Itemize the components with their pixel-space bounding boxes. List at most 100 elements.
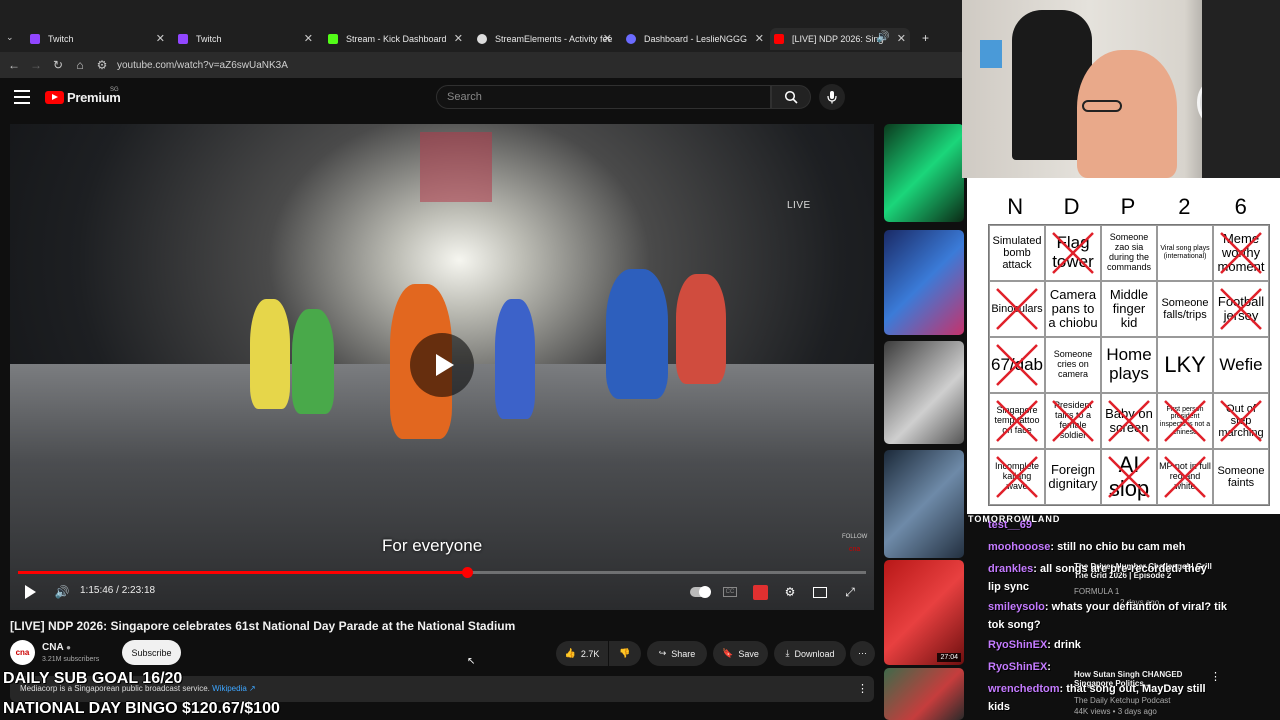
chat-username[interactable]: wrenchedtom xyxy=(988,683,1060,695)
sidebar-thumbnail-ketchup[interactable] xyxy=(884,668,964,720)
site-info-icon[interactable]: ⚙ xyxy=(91,58,113,72)
reload-icon[interactable]: ↻ xyxy=(47,58,69,72)
close-tab-icon[interactable]: ✕ xyxy=(755,32,764,45)
bingo-cell: Someone falls/trips xyxy=(1157,281,1213,337)
sidebar-thumbnail-3[interactable] xyxy=(884,341,964,444)
close-tab-icon[interactable]: ✕ xyxy=(603,32,612,45)
channel-avatar[interactable]: cna xyxy=(10,640,35,665)
bingo-cell: Middle finger kid xyxy=(1101,281,1157,337)
autoplay-toggle[interactable] xyxy=(688,583,712,601)
twitch-icon xyxy=(30,34,40,44)
bingo-cell-text: 67/dab xyxy=(991,354,1043,374)
bingo-header: N D P 2 6 xyxy=(987,194,1269,220)
tab-1[interactable]: Twitch ✕ xyxy=(30,30,165,48)
sidebar-thumbnail-1[interactable] xyxy=(884,124,964,222)
tab-2[interactable]: Twitch ✕ xyxy=(178,30,313,48)
chat-message: RyoShinEX: drink xyxy=(988,639,1081,651)
bingo-cell: Flag tower xyxy=(1045,225,1101,281)
new-tab-button[interactable]: + xyxy=(922,31,929,45)
bingo-cell: Wefie xyxy=(1213,337,1269,393)
download-button[interactable]: ⤓ Download xyxy=(774,641,846,666)
save-button[interactable]: 🔖 Save xyxy=(713,641,768,666)
sidebar-thumbnail-4[interactable]: TOMORROWLAND xyxy=(884,450,964,558)
subscribe-button[interactable]: Subscribe xyxy=(122,640,181,665)
volume-icon: 🔊 xyxy=(54,585,70,599)
subscriber-count: 3.21M subscribers xyxy=(42,656,100,663)
chat-username[interactable]: drankles xyxy=(988,563,1033,575)
channel-name[interactable]: CNA ● xyxy=(42,642,71,653)
sidebar-thumbnail-2[interactable] xyxy=(884,230,964,335)
chat-username[interactable]: test__69 xyxy=(988,519,1032,531)
bingo-header-letter: P xyxy=(1120,194,1136,219)
streamer xyxy=(1077,50,1177,178)
chat-text: : drink xyxy=(1047,639,1081,651)
like-button[interactable]: 👍 2.7K xyxy=(556,641,608,666)
close-tab-icon[interactable]: ✕ xyxy=(454,32,463,45)
bingo-cell-text: Binoculars xyxy=(991,302,1043,315)
settings-button[interactable]: ⚙ xyxy=(780,583,800,601)
cna-watermark-logo: cna xyxy=(849,546,861,553)
close-tab-icon[interactable]: ✕ xyxy=(304,32,313,45)
tab-list-chevron-icon[interactable]: ⌄ xyxy=(6,32,14,43)
play-button[interactable] xyxy=(20,583,40,601)
wall-poster xyxy=(980,40,1002,68)
pin-icon xyxy=(752,584,768,600)
volume-button[interactable]: 🔊 xyxy=(52,583,72,601)
back-icon[interactable]: ← xyxy=(3,58,25,72)
bingo-cell: Foreign dignitary xyxy=(1045,449,1101,505)
dislike-button[interactable]: 👎 xyxy=(609,641,641,666)
url-field[interactable]: youtube.com/watch?v=aZ6swUaNK3A xyxy=(117,60,288,71)
pin-button[interactable] xyxy=(750,583,770,601)
close-tab-icon[interactable]: ✕ xyxy=(156,32,165,45)
progress-bar[interactable] xyxy=(18,567,866,578)
bingo-cell: Football jersey xyxy=(1213,281,1269,337)
chat-message: lip sync xyxy=(988,581,1029,593)
bingo-cell-text: Meme worthy moment xyxy=(1217,230,1265,275)
fullscreen-button[interactable]: ⤢ xyxy=(840,583,860,601)
youtube-logo-icon[interactable] xyxy=(45,91,64,104)
chat-username[interactable]: smileysolo xyxy=(988,601,1045,613)
chat-text: kids xyxy=(988,701,1011,713)
share-label: Share xyxy=(671,648,696,659)
microphone-icon xyxy=(827,91,837,104)
chat-text: : still no chio bu cam meh xyxy=(1050,541,1186,553)
audio-playing-icon[interactable]: 🔊 xyxy=(876,30,890,43)
sidebar-item2-more-icon[interactable]: ⋮ xyxy=(1210,670,1221,683)
chat-username[interactable]: RyoShinEX xyxy=(988,639,1047,651)
chat-username[interactable]: RyoShinEX xyxy=(988,661,1047,673)
description-more-icon[interactable]: ⋮ xyxy=(857,682,868,695)
bingo-header-letter: 6 xyxy=(1234,194,1247,219)
search-button[interactable] xyxy=(771,85,811,109)
menu-icon[interactable] xyxy=(14,90,30,104)
tab-5[interactable]: Dashboard - LeslieNGGG - Syn ✕ xyxy=(626,30,764,48)
center-play-button[interactable] xyxy=(410,333,474,397)
channel-name-text[interactable]: CNA xyxy=(42,642,63,653)
miniplayer-button[interactable] xyxy=(810,583,830,601)
chat-text: : xyxy=(1047,661,1051,673)
bingo-cell: MP not in full red and white xyxy=(1157,449,1213,505)
wikipedia-link[interactable]: Wikipedia ↗ xyxy=(212,684,256,693)
chat-message: wrenchedtom: that song out, MayDay still xyxy=(988,683,1206,695)
webcam-feed xyxy=(962,0,1280,178)
tab-4[interactable]: StreamElements - Activity feed ✕ xyxy=(477,30,612,48)
tab-6-active[interactable]: [LIVE] NDP 2026: Singapore🔊 ✕ xyxy=(770,28,910,50)
bingo-cell: First person president inspects is not a… xyxy=(1157,393,1213,449)
glasses xyxy=(1082,100,1122,112)
mascot-yellow xyxy=(250,299,290,409)
search-input[interactable]: Search xyxy=(436,85,771,109)
bingo-grid: Simulated bomb attack Flag tower Someone z… xyxy=(988,224,1270,506)
close-tab-icon[interactable]: ✕ xyxy=(897,32,906,45)
bingo-cell: Home plays xyxy=(1101,337,1157,393)
forward-icon[interactable]: → xyxy=(25,58,47,72)
home-icon[interactable]: ⌂ xyxy=(69,58,91,72)
bingo-cell: Viral song plays (international) xyxy=(1157,225,1213,281)
bingo-cell-text: Incomplete kallang wave xyxy=(994,461,1040,491)
chat-username[interactable]: moohooose xyxy=(988,541,1050,553)
more-actions-button[interactable]: ⋯ xyxy=(850,641,875,666)
tab-3[interactable]: Stream - Kick Dashboard ✕ xyxy=(328,30,463,48)
share-button[interactable]: ↪ Share xyxy=(647,641,707,666)
captions-button[interactable]: CC xyxy=(720,583,740,601)
voice-search-button[interactable] xyxy=(819,84,845,110)
video-stage-screen xyxy=(420,132,492,202)
sidebar-thumbnail-f1[interactable]: 27:04 xyxy=(884,560,964,665)
